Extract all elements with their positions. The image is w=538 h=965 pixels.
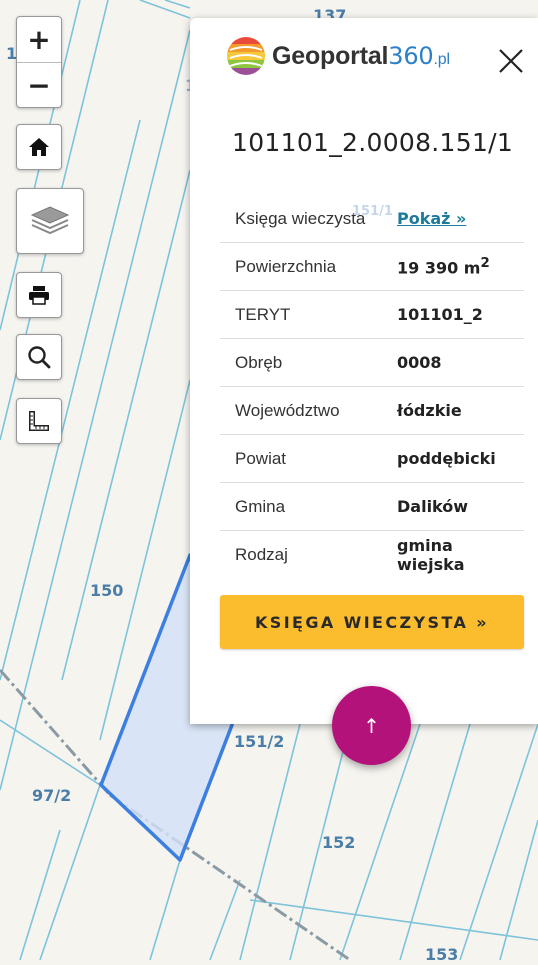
row-value: gmina wiejska: [397, 535, 465, 574]
row-label: TERYT: [220, 290, 397, 339]
row-label: Powiat: [220, 434, 397, 483]
measure-icon: [29, 411, 49, 431]
parcel-label-151-2: 151/2: [234, 732, 285, 751]
home-icon: [29, 138, 49, 156]
table-row: TERYT 101101_2: [220, 290, 524, 339]
parcel-info-panel: Geoportal360.pl 101101_2.0008.151/1 Księ…: [190, 18, 538, 724]
logo-num: 360: [388, 41, 434, 70]
parcel-attributes-table: Księga wieczysta Pokaż » Powierzchnia 19…: [220, 195, 524, 578]
print-icon: [29, 286, 49, 305]
logo-brand: Geoportal: [272, 41, 389, 70]
table-row: Województwo łódzkie: [220, 386, 524, 435]
row-value: 0008: [397, 338, 524, 387]
row-value: 101101_2: [397, 290, 524, 339]
parcel-id-title: 101101_2.0008.151/1: [232, 128, 514, 157]
row-value: 19 390 m: [397, 258, 481, 278]
area-unit-superscript: 2: [480, 255, 490, 271]
search-button[interactable]: [16, 334, 62, 380]
table-row: Powierzchnia 19 390 m2: [220, 242, 524, 291]
zoom-control: + −: [16, 16, 62, 108]
arrow-up-icon: ↑: [363, 713, 380, 738]
layers-button[interactable]: [16, 188, 84, 254]
table-row: Obręb 0008: [220, 338, 524, 387]
measure-button[interactable]: [16, 398, 62, 444]
row-label: Powierzchnia: [220, 242, 397, 291]
row-label: Gmina: [220, 482, 397, 531]
row-value: Dalików: [397, 482, 524, 531]
parcel-label-151-1: 151/1: [352, 204, 393, 219]
show-land-register-link[interactable]: Pokaż »: [397, 209, 466, 228]
parcel-label-152: 152: [322, 833, 356, 852]
close-icon[interactable]: [496, 46, 526, 76]
row-label: Rodzaj: [235, 544, 288, 564]
table-row: Gmina Dalików: [220, 482, 524, 531]
land-register-button[interactable]: KSIĘGA WIECZYSTA »: [220, 595, 524, 649]
logo-tld: .pl: [433, 50, 451, 68]
geoportal-logo-icon: [227, 37, 265, 75]
parcel-label-97-2: 97/2: [32, 786, 72, 805]
home-button[interactable]: [16, 124, 62, 170]
row-value: poddębicki: [397, 434, 524, 483]
scroll-up-button[interactable]: ↑: [332, 686, 411, 765]
search-icon: [28, 346, 51, 369]
print-button[interactable]: [16, 272, 62, 318]
row-label: Obręb: [220, 338, 397, 387]
row-label: Województwo: [220, 386, 397, 435]
parcel-label-153: 153: [425, 945, 459, 964]
layers-icon: [30, 206, 70, 235]
geoportal-logo: Geoportal360.pl: [226, 36, 450, 76]
table-row: Rodzaj gmina wiejska: [220, 531, 524, 579]
table-row: Powiat poddębicki: [220, 434, 524, 483]
parcel-label-150: 150: [90, 581, 124, 600]
zoom-out-button[interactable]: −: [17, 62, 61, 108]
row-value: łódzkie: [397, 386, 524, 435]
zoom-in-button[interactable]: +: [17, 17, 61, 62]
